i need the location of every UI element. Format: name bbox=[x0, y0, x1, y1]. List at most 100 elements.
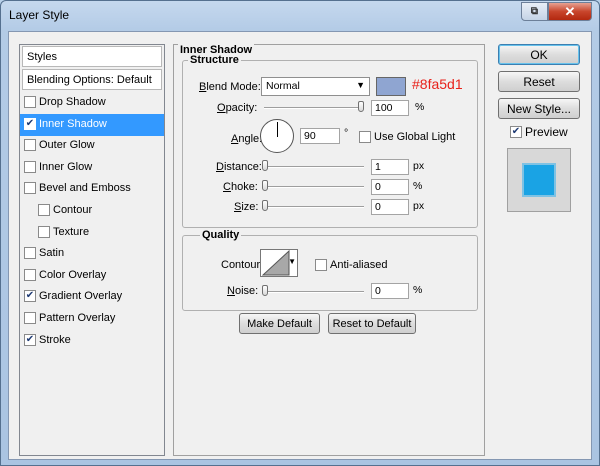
inner-shadow-panel: Inner Shadow Structure Blend Mode: Norma… bbox=[173, 44, 485, 456]
choke-input[interactable]: 0 bbox=[371, 179, 409, 195]
style-item-gradient-overlay[interactable]: ✔ Gradient Overlay bbox=[20, 286, 164, 308]
style-item-label: Stroke bbox=[39, 333, 71, 346]
noise-label: Noise: bbox=[227, 285, 259, 297]
style-item-checkbox[interactable] bbox=[38, 204, 50, 216]
reset-button[interactable]: Reset bbox=[498, 71, 580, 92]
distance-label: Distance: bbox=[216, 161, 262, 173]
blend-mode-select[interactable]: Normal ▼ bbox=[261, 77, 370, 96]
style-item-drop-shadow[interactable]: Drop Shadow bbox=[20, 92, 164, 114]
opacity-input[interactable]: 100 bbox=[371, 100, 409, 116]
blending-options-item[interactable]: Blending Options: Default bbox=[22, 69, 162, 90]
noise-slider-thumb[interactable] bbox=[262, 285, 268, 296]
style-item-checkbox[interactable] bbox=[24, 182, 36, 195]
contour-label: Contour: bbox=[221, 259, 264, 271]
style-item-checkbox[interactable] bbox=[24, 96, 36, 108]
style-item-checkbox[interactable] bbox=[24, 139, 36, 152]
make-default-button[interactable]: Make Default bbox=[239, 313, 320, 334]
preview-swatch bbox=[522, 163, 556, 197]
opacity-slider-track[interactable] bbox=[264, 107, 364, 109]
noise-slider-track[interactable] bbox=[264, 291, 364, 293]
use-global-light-checkbox[interactable] bbox=[359, 131, 371, 143]
close-icon: ✕ bbox=[564, 3, 576, 19]
noise-unit: % bbox=[413, 284, 423, 296]
style-item-label: Texture bbox=[53, 225, 90, 238]
title-bar[interactable]: Layer Style ⧉ ✕ bbox=[1, 1, 599, 31]
style-item-checkbox[interactable]: ✔ bbox=[24, 117, 36, 130]
angle-needle bbox=[277, 122, 278, 137]
choke-slider-track[interactable] bbox=[264, 186, 364, 188]
contour-chevron-icon: ▼ bbox=[288, 257, 296, 266]
layer-style-window: Layer Style ⧉ ✕ Styles Blending Options:… bbox=[0, 0, 600, 466]
style-item-label: Inner Glow bbox=[39, 160, 93, 173]
restore-button[interactable]: ⧉ bbox=[521, 2, 548, 21]
angle-dial[interactable] bbox=[260, 119, 294, 153]
quality-group bbox=[182, 235, 478, 311]
style-item-outer-glow[interactable]: Outer Glow bbox=[20, 135, 164, 157]
styles-list: Styles Blending Options: Default Drop Sh… bbox=[19, 44, 165, 456]
angle-input[interactable]: 90 bbox=[300, 128, 340, 144]
blend-mode-label-rest: lend Mode: bbox=[206, 81, 261, 93]
style-item-label: Pattern Overlay bbox=[39, 312, 116, 324]
size-label: Size: bbox=[234, 201, 259, 213]
new-style-button[interactable]: New Style... bbox=[498, 98, 580, 119]
style-item-label: Inner Shadow bbox=[39, 117, 107, 130]
size-slider-thumb[interactable] bbox=[262, 200, 268, 211]
distance-input[interactable]: 1 bbox=[371, 159, 409, 175]
distance-slider-track[interactable] bbox=[264, 166, 364, 168]
structure-title: Structure bbox=[188, 54, 241, 66]
style-item-inner-glow[interactable]: Inner Glow bbox=[20, 157, 164, 179]
restore-icon: ⧉ bbox=[530, 6, 539, 17]
close-button[interactable]: ✕ bbox=[548, 2, 592, 21]
use-global-light-label: Use Global Light bbox=[374, 131, 456, 143]
style-item-stroke[interactable]: ✔ Stroke bbox=[20, 330, 164, 352]
style-item-contour[interactable]: Contour bbox=[20, 200, 164, 222]
style-item-label: Contour bbox=[53, 204, 93, 216]
style-item-satin[interactable]: Satin bbox=[20, 243, 164, 265]
blend-mode-value: Normal bbox=[266, 80, 300, 92]
size-slider-track[interactable] bbox=[264, 206, 364, 208]
window-title: Layer Style bbox=[9, 8, 70, 22]
preview-checkbox[interactable]: ✔ bbox=[510, 126, 522, 138]
choke-label: Choke: bbox=[223, 181, 258, 193]
style-item-bevel-and-emboss[interactable]: Bevel and Emboss bbox=[20, 178, 164, 200]
styles-header[interactable]: Styles bbox=[22, 46, 162, 67]
anti-aliased-label: Anti-aliased bbox=[330, 259, 388, 271]
style-item-checkbox[interactable] bbox=[24, 268, 36, 281]
contour-picker[interactable]: ▼ bbox=[260, 249, 298, 277]
chevron-down-icon: ▼ bbox=[356, 80, 365, 90]
opacity-label: Opacity: bbox=[217, 102, 258, 114]
choke-slider-thumb[interactable] bbox=[262, 180, 268, 191]
style-item-texture[interactable]: Texture bbox=[20, 222, 164, 244]
contour-curve-icon bbox=[262, 250, 290, 276]
styles-header-label: Styles bbox=[27, 51, 57, 63]
style-item-label: Color Overlay bbox=[39, 268, 107, 281]
style-item-color-overlay[interactable]: Color Overlay bbox=[20, 265, 164, 287]
shadow-color-swatch[interactable] bbox=[376, 77, 406, 96]
anti-aliased-checkbox[interactable] bbox=[315, 259, 327, 271]
style-item-label: Drop Shadow bbox=[39, 96, 106, 108]
size-unit: px bbox=[413, 200, 425, 212]
distance-slider-thumb[interactable] bbox=[262, 160, 268, 171]
style-item-checkbox[interactable]: ✔ bbox=[24, 333, 36, 346]
distance-unit: px bbox=[413, 160, 425, 172]
style-item-label: Gradient Overlay bbox=[39, 290, 123, 303]
blending-options-label: Blending Options: Default bbox=[27, 74, 152, 86]
style-item-checkbox[interactable] bbox=[24, 160, 36, 173]
style-item-checkbox[interactable]: ✔ bbox=[24, 290, 36, 303]
style-item-pattern-overlay[interactable]: Pattern Overlay bbox=[20, 308, 164, 330]
opacity-unit: % bbox=[415, 101, 425, 113]
style-item-label: Bevel and Emboss bbox=[39, 182, 131, 195]
blend-mode-label: Blend Mode: bbox=[199, 81, 261, 93]
opacity-slider-thumb[interactable] bbox=[358, 101, 364, 112]
size-input[interactable]: 0 bbox=[371, 199, 409, 215]
reset-to-default-button[interactable]: Reset to Default bbox=[328, 313, 416, 334]
style-item-checkbox[interactable] bbox=[24, 312, 36, 324]
style-item-checkbox[interactable] bbox=[38, 225, 50, 238]
style-item-label: Satin bbox=[39, 247, 65, 260]
style-item-checkbox[interactable] bbox=[24, 247, 36, 260]
choke-unit: % bbox=[413, 180, 423, 192]
noise-input[interactable]: 0 bbox=[371, 283, 409, 299]
style-item-inner-shadow[interactable]: ✔ Inner Shadow bbox=[20, 113, 164, 136]
ok-button[interactable]: OK bbox=[498, 44, 580, 65]
dialog-body: Styles Blending Options: Default Drop Sh… bbox=[8, 31, 592, 460]
